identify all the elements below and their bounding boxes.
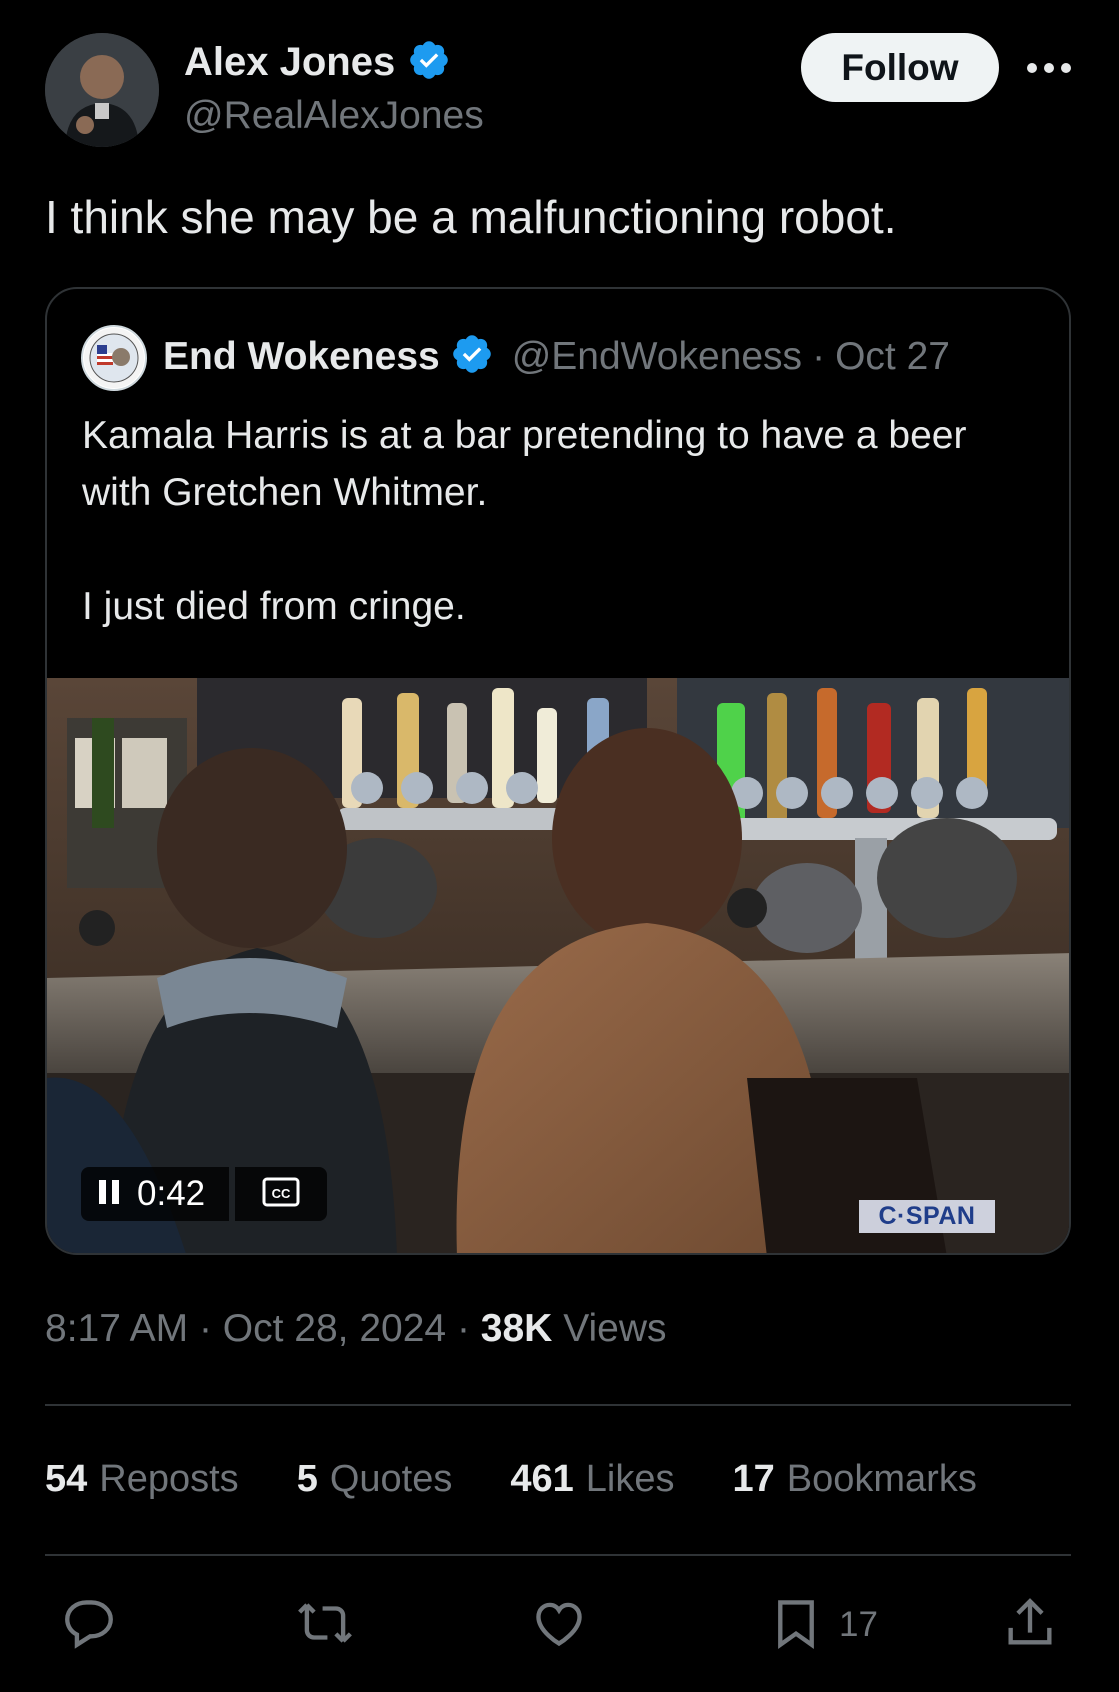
- captions-button[interactable]: CC: [235, 1167, 327, 1221]
- video-player[interactable]: 0:42 CC C·SPAN: [47, 678, 1069, 1253]
- views-count: 38K: [480, 1307, 553, 1350]
- quoted-name[interactable]: End Wokeness: [163, 335, 440, 379]
- bookmark-button[interactable]: 17: [767, 1590, 878, 1660]
- reply-icon[interactable]: [60, 1594, 118, 1657]
- repost-button[interactable]: [296, 1590, 354, 1660]
- tweet-time[interactable]: 8:17 AM: [45, 1307, 188, 1350]
- quoted-line: I just died from cringe.: [82, 585, 466, 628]
- play-pause-control[interactable]: 0:42: [81, 1167, 229, 1221]
- quoted-line-blank: [82, 521, 1042, 578]
- stat-bookmarks[interactable]: 17 Bookmarks: [732, 1458, 976, 1501]
- divider: [45, 1554, 1071, 1556]
- video-time: 0:42: [137, 1174, 206, 1213]
- tweet-text: I think she may be a malfunctioning robo…: [45, 191, 897, 243]
- stat-quotes[interactable]: 5 Quotes: [297, 1458, 453, 1501]
- quoted-text: Kamala Harris is at a bar pretending to …: [82, 407, 1042, 635]
- video-controls: 0:42 CC: [81, 1167, 327, 1221]
- views-label: Views: [563, 1307, 667, 1350]
- quoted-avatar[interactable]: [81, 325, 147, 391]
- reply-button[interactable]: [60, 1590, 118, 1660]
- author-name[interactable]: Alex Jones: [184, 40, 395, 85]
- author-avatar[interactable]: [45, 33, 159, 147]
- quoted-handle[interactable]: @EndWokeness: [512, 335, 802, 379]
- repost-icon[interactable]: [296, 1594, 354, 1657]
- follow-button[interactable]: Follow: [801, 33, 999, 102]
- engagement-stats: 54 Reposts 5 Quotes 461 Likes 17 Bookmarks: [45, 1458, 977, 1501]
- svg-text:CC: CC: [272, 1186, 291, 1201]
- quoted-tweet[interactable]: End Wokeness @EndWokeness · Oct 27 Kamal…: [45, 287, 1071, 1255]
- separator-dot: ·: [456, 1307, 470, 1350]
- tweet-date[interactable]: Oct 28, 2024: [223, 1307, 446, 1350]
- bookmark-icon[interactable]: [767, 1594, 825, 1657]
- share-button[interactable]: [1001, 1590, 1059, 1660]
- verified-badge-icon: [450, 332, 494, 381]
- action-bar: 17: [0, 1590, 1119, 1660]
- divider: [45, 1404, 1071, 1406]
- share-icon[interactable]: [1001, 1594, 1059, 1657]
- separator-dot: ·: [198, 1307, 212, 1350]
- author-handle[interactable]: @RealAlexJones: [184, 94, 484, 138]
- stat-reposts[interactable]: 54 Reposts: [45, 1458, 239, 1501]
- like-button[interactable]: [530, 1590, 588, 1660]
- more-options-icon[interactable]: [1026, 48, 1072, 88]
- tweet-meta: 8:17 AM · Oct 28, 2024 · 38K Views: [45, 1307, 667, 1351]
- stat-likes[interactable]: 461 Likes: [510, 1458, 674, 1501]
- closed-captions-icon[interactable]: CC: [262, 1177, 300, 1212]
- quoted-date[interactable]: Oct 27: [835, 335, 950, 379]
- bookmark-count: 17: [839, 1605, 878, 1644]
- quoted-line: Kamala Harris is at a bar pretending to …: [82, 414, 967, 514]
- verified-badge-icon: [407, 38, 451, 87]
- separator-dot: ·: [812, 334, 826, 378]
- cspan-watermark: C·SPAN: [859, 1200, 995, 1233]
- heart-icon[interactable]: [530, 1594, 588, 1657]
- pause-icon[interactable]: [97, 1177, 123, 1212]
